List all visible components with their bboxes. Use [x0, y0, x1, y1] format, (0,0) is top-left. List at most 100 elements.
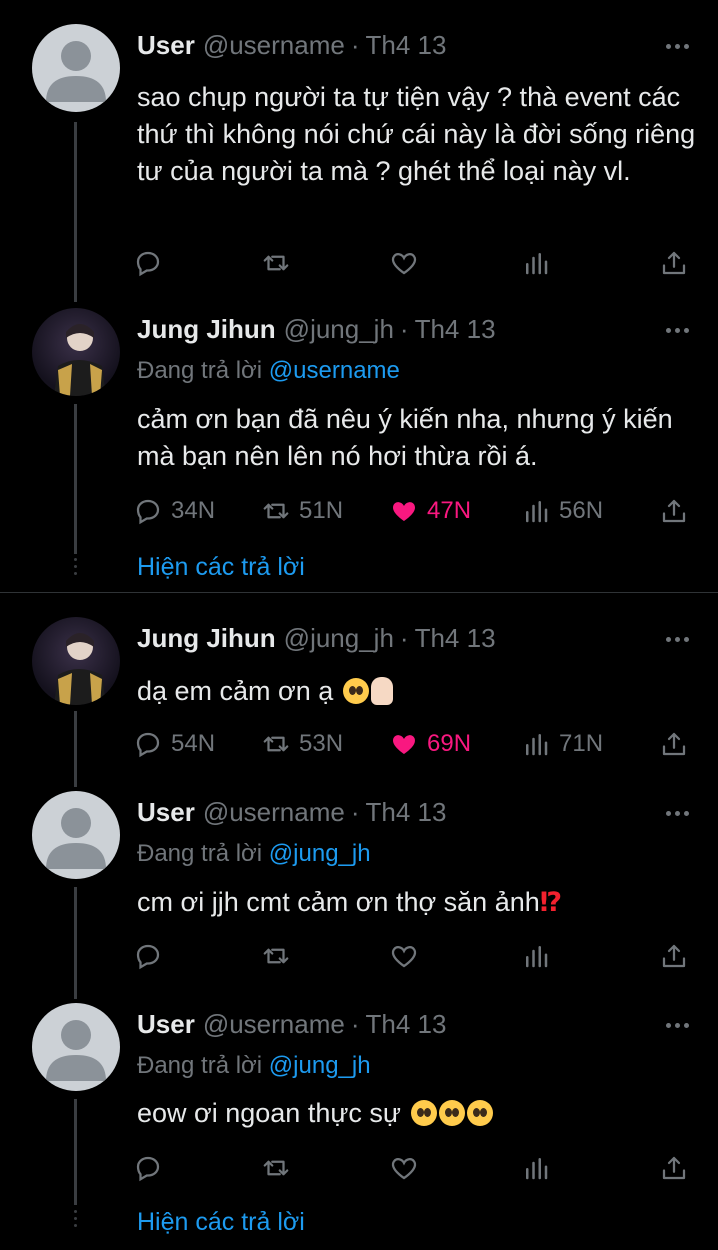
- tweet[interactable]: User @username · Th4 13 sao chụp người t…: [0, 0, 718, 302]
- tweet[interactable]: Jung Jihun @jung_jh · Th4 13 Đang trả lờ…: [0, 300, 718, 590]
- author-handle[interactable]: @username: [203, 30, 345, 61]
- pleading-face-emoji: [438, 1100, 465, 1126]
- reply-icon: [136, 732, 160, 758]
- pleading-face-emoji: [466, 1100, 493, 1126]
- share-icon: [662, 251, 686, 275]
- views-button[interactable]: [521, 1151, 559, 1185]
- tweet-text: cm ơi jjh cmt cảm ơn thợ săn ảnh⁉: [137, 887, 563, 917]
- like-button[interactable]: [389, 246, 427, 280]
- reply-button[interactable]: 54N: [133, 727, 215, 761]
- more-options-icon[interactable]: [666, 635, 690, 643]
- share-icon: [662, 732, 686, 756]
- share-button[interactable]: [659, 1151, 689, 1185]
- reply-count: 54N: [171, 730, 216, 757]
- retweet-icon: [263, 255, 289, 271]
- tweet-actions: [133, 939, 693, 973]
- retweet-button[interactable]: [261, 939, 299, 973]
- author-handle[interactable]: @jung_jh: [284, 314, 394, 345]
- share-button[interactable]: [659, 727, 689, 761]
- heart-icon: [391, 253, 417, 275]
- author-handle[interactable]: @username: [203, 1009, 345, 1040]
- like-button[interactable]: 47N: [389, 494, 471, 528]
- tweet-date[interactable]: Th4 13: [415, 623, 496, 654]
- pleading-face-emoji: [342, 678, 369, 704]
- show-replies-link[interactable]: Hiện các trả lời: [137, 1208, 305, 1237]
- thread-dots: [74, 1210, 77, 1231]
- retweet-button[interactable]: 53N: [261, 727, 343, 761]
- avatar[interactable]: [32, 617, 120, 705]
- more-options-icon[interactable]: [666, 1021, 690, 1029]
- tweet-date[interactable]: Th4 13: [366, 30, 447, 61]
- retweet-button[interactable]: 51N: [261, 494, 343, 528]
- thread-line: [74, 887, 77, 999]
- reply-icon: [136, 499, 160, 525]
- separator: ·: [399, 623, 409, 653]
- retweet-count: 53N: [299, 730, 344, 757]
- replying-to: Đang trả lời @jung_jh: [137, 1052, 371, 1079]
- like-button[interactable]: [389, 1151, 427, 1185]
- reply-button[interactable]: [133, 1151, 171, 1185]
- retweet-button[interactable]: [261, 1151, 299, 1185]
- reply-button[interactable]: [133, 939, 171, 973]
- views-button[interactable]: [521, 939, 559, 973]
- separator: ·: [350, 30, 360, 60]
- author-name[interactable]: User: [137, 1009, 195, 1040]
- tweet[interactable]: Jung Jihun @jung_jh · Th4 13 dạ em cảm ơ…: [0, 593, 718, 787]
- author-name[interactable]: Jung Jihun: [137, 623, 276, 654]
- tweet-actions: [133, 246, 693, 280]
- views-icon: [526, 1158, 548, 1180]
- author-handle[interactable]: @username: [203, 797, 345, 828]
- thread-line: [74, 1099, 77, 1205]
- heart-icon: [393, 735, 415, 754]
- mention-link[interactable]: @username: [269, 357, 400, 384]
- author-name[interactable]: User: [137, 30, 195, 61]
- tweet[interactable]: User @username · Th4 13 Đang trả lời @ju…: [0, 785, 718, 999]
- views-icon: [526, 946, 548, 968]
- tweet-text: dạ em cảm ơn ạ: [137, 673, 702, 710]
- avatar[interactable]: [32, 24, 120, 112]
- share-icon: [662, 499, 686, 523]
- like-count: 69N: [427, 730, 472, 757]
- more-options-icon[interactable]: [666, 326, 690, 334]
- views-button[interactable]: [521, 246, 559, 280]
- avatar[interactable]: [32, 791, 120, 879]
- mention-link[interactable]: @jung_jh: [269, 1052, 371, 1079]
- tweet-date[interactable]: Th4 13: [366, 1009, 447, 1040]
- show-replies-link[interactable]: Hiện các trả lời: [137, 553, 305, 582]
- author-handle[interactable]: @jung_jh: [284, 623, 394, 654]
- tweet[interactable]: User @username · Th4 13 Đang trả lời @ju…: [0, 997, 718, 1250]
- reply-button[interactable]: [133, 246, 171, 280]
- more-options-icon[interactable]: [666, 809, 690, 817]
- retweet-button[interactable]: [261, 246, 299, 280]
- share-button[interactable]: [659, 494, 689, 528]
- tweet-text: cảm ơn bạn đã nêu ý kiến nha, nhưng ý ki…: [137, 404, 673, 471]
- pleading-face-emoji: [410, 1100, 437, 1126]
- tweet-actions: 54N 53N 69N 71N: [133, 727, 693, 761]
- retweet-icon: [263, 736, 289, 752]
- tweet-date[interactable]: Th4 13: [366, 797, 447, 828]
- reply-icon: [136, 251, 160, 277]
- like-button[interactable]: [389, 939, 427, 973]
- author-name[interactable]: User: [137, 797, 195, 828]
- author-name[interactable]: Jung Jihun: [137, 314, 276, 345]
- like-button[interactable]: 69N: [389, 727, 471, 761]
- like-count: 47N: [427, 497, 472, 524]
- replying-to: Đang trả lời @jung_jh: [137, 840, 371, 867]
- more-options-icon[interactable]: [666, 42, 690, 50]
- reply-button[interactable]: 34N: [133, 494, 215, 528]
- tweet-date[interactable]: Th4 13: [415, 314, 496, 345]
- share-button[interactable]: [659, 246, 689, 280]
- retweet-icon: [263, 948, 289, 964]
- thread-line: [74, 711, 77, 787]
- avatar[interactable]: [32, 308, 120, 396]
- mention-link[interactable]: @jung_jh: [269, 840, 371, 867]
- views-button[interactable]: 71N: [521, 727, 603, 761]
- share-icon: [662, 1156, 686, 1180]
- reply-count: 34N: [171, 497, 216, 524]
- avatar[interactable]: [32, 1003, 120, 1091]
- views-button[interactable]: 56N: [521, 494, 603, 528]
- heart-icon: [393, 502, 415, 521]
- views-icon: [526, 734, 548, 756]
- share-button[interactable]: [659, 939, 689, 973]
- view-count: 56N: [559, 497, 604, 524]
